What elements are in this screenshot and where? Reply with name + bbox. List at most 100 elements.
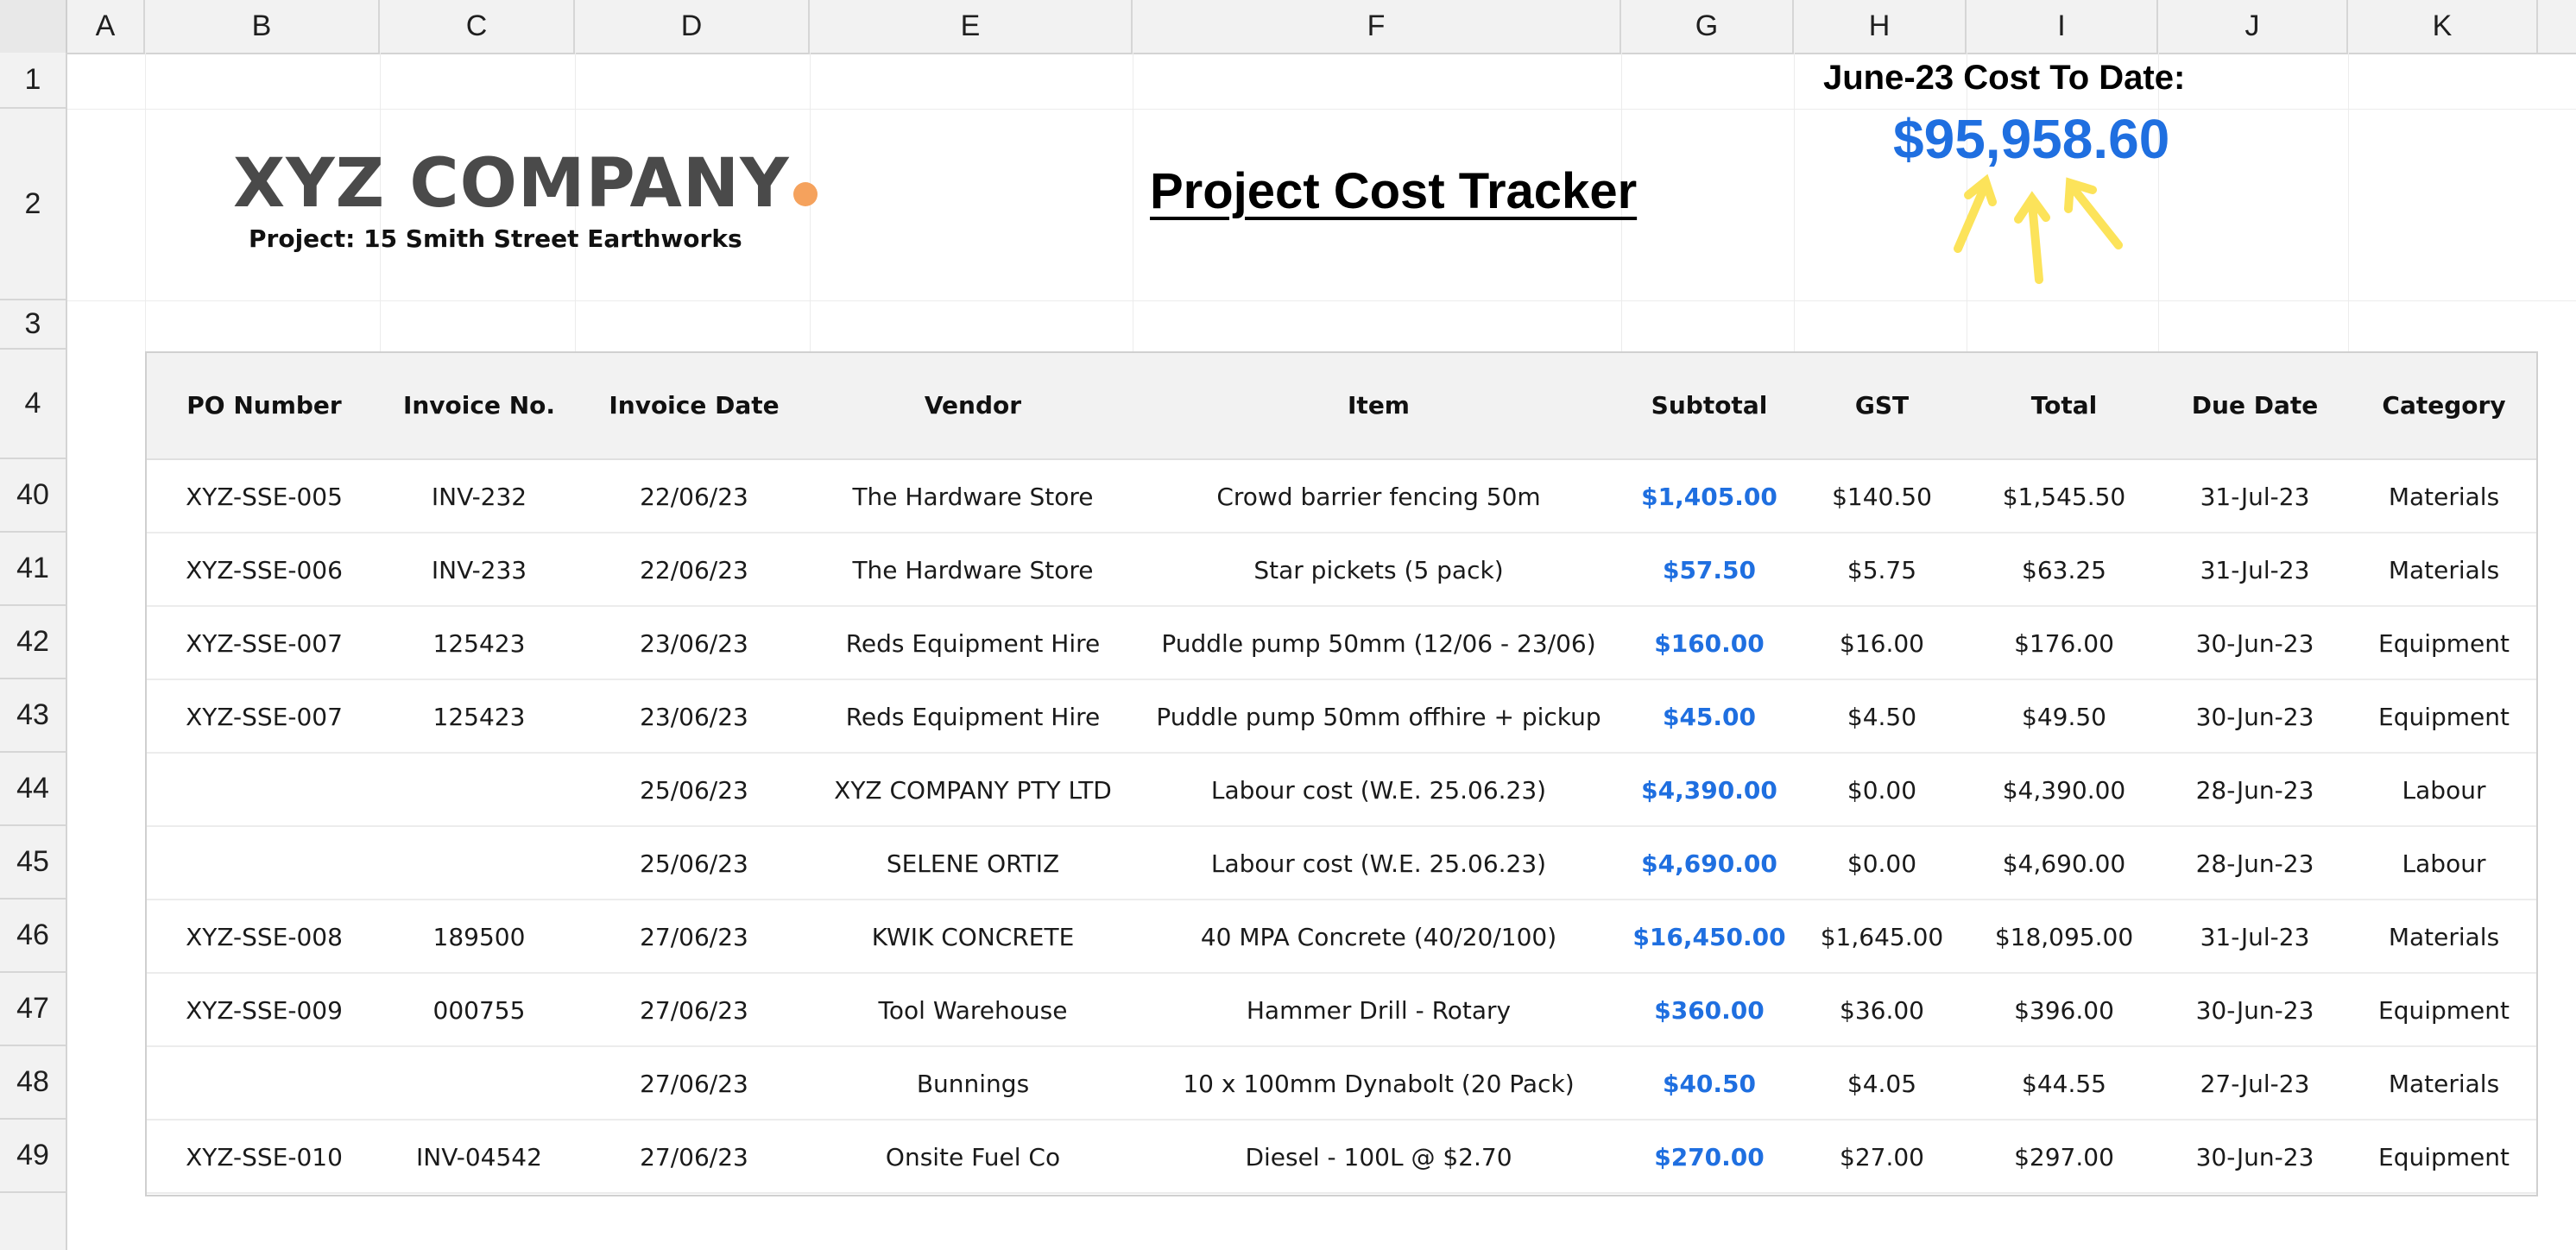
cell-subtotal[interactable]: $1,405.00: [1623, 460, 1796, 533]
column-header-g[interactable]: G: [1621, 0, 1794, 53]
row-header-47[interactable]: 47: [0, 973, 66, 1046]
cell-item[interactable]: Hammer Drill - Rotary: [1134, 974, 1623, 1047]
cell-po-number[interactable]: XYZ-SSE-010: [147, 1121, 382, 1194]
column-header-f[interactable]: F: [1133, 0, 1621, 53]
cell-po-number[interactable]: XYZ-SSE-009: [147, 974, 382, 1047]
header-subtotal[interactable]: Subtotal: [1623, 353, 1796, 458]
cell-due-date[interactable]: 31-Jul-23: [2160, 900, 2350, 974]
cell-category[interactable]: Labour: [2350, 754, 2538, 827]
cell-category[interactable]: Materials: [2350, 460, 2538, 533]
cell-item[interactable]: Diesel - 100L @ $2.70: [1134, 1121, 1623, 1194]
cell-gst[interactable]: $16.00: [1796, 607, 1968, 680]
row-header-49[interactable]: 49: [0, 1120, 66, 1193]
cell-category[interactable]: Equipment: [2350, 974, 2538, 1047]
cell-total[interactable]: $1,545.50: [1968, 460, 2160, 533]
cell-gst[interactable]: $1,645.00: [1796, 900, 1968, 974]
cell-due-date[interactable]: 28-Jun-23: [2160, 827, 2350, 900]
row-header-41[interactable]: 41: [0, 533, 66, 606]
cell-due-date[interactable]: 31-Jul-23: [2160, 460, 2350, 533]
cell-subtotal[interactable]: $57.50: [1623, 533, 1796, 607]
header-total[interactable]: Total: [1968, 353, 2160, 458]
header-po-number[interactable]: PO Number: [147, 353, 382, 458]
cell-subtotal[interactable]: $4,390.00: [1623, 754, 1796, 827]
cell-due-date[interactable]: 30-Jun-23: [2160, 607, 2350, 680]
cell-invoice-date[interactable]: 27/06/23: [577, 1047, 811, 1121]
cell-vendor[interactable]: Bunnings: [811, 1047, 1134, 1121]
cell-category[interactable]: Equipment: [2350, 607, 2538, 680]
row-header-4[interactable]: 4: [0, 350, 66, 459]
cell-invoice-no[interactable]: [382, 1047, 577, 1121]
cell-total[interactable]: $44.55: [1968, 1047, 2160, 1121]
cell-vendor[interactable]: The Hardware Store: [811, 460, 1134, 533]
cell-total[interactable]: $297.00: [1968, 1121, 2160, 1194]
row-header-43[interactable]: 43: [0, 679, 66, 753]
row-header-44[interactable]: 44: [0, 753, 66, 826]
header-gst[interactable]: GST: [1796, 353, 1968, 458]
cell-gst[interactable]: $0.00: [1796, 754, 1968, 827]
cell-subtotal[interactable]: $270.00: [1623, 1121, 1796, 1194]
cell-due-date[interactable]: 28-Jun-23: [2160, 754, 2350, 827]
cell-subtotal[interactable]: $160.00: [1623, 607, 1796, 680]
header-invoice-no[interactable]: Invoice No.: [382, 353, 577, 458]
cell-po-number[interactable]: XYZ-SSE-008: [147, 900, 382, 974]
header-item[interactable]: Item: [1134, 353, 1623, 458]
cell-vendor[interactable]: XYZ COMPANY PTY LTD: [811, 754, 1134, 827]
cell-item[interactable]: Star pickets (5 pack): [1134, 533, 1623, 607]
cell-due-date[interactable]: 27-Jul-23: [2160, 1047, 2350, 1121]
row-header-42[interactable]: 42: [0, 606, 66, 679]
cell-invoice-no[interactable]: INV-233: [382, 533, 577, 607]
cell-invoice-no[interactable]: 000755: [382, 974, 577, 1047]
cell-invoice-date[interactable]: 22/06/23: [577, 533, 811, 607]
cell-total[interactable]: $63.25: [1968, 533, 2160, 607]
cell-vendor[interactable]: Reds Equipment Hire: [811, 680, 1134, 754]
cell-subtotal[interactable]: $4,690.00: [1623, 827, 1796, 900]
cell-po-number[interactable]: XYZ-SSE-006: [147, 533, 382, 607]
column-header-k[interactable]: K: [2348, 0, 2538, 53]
cell-invoice-date[interactable]: 27/06/23: [577, 1121, 811, 1194]
cell-invoice-date[interactable]: 27/06/23: [577, 900, 811, 974]
cell-item[interactable]: 40 MPA Concrete (40/20/100): [1134, 900, 1623, 974]
cell-po-number[interactable]: XYZ-SSE-005: [147, 460, 382, 533]
cell-total[interactable]: $4,690.00: [1968, 827, 2160, 900]
cell-invoice-no[interactable]: INV-232: [382, 460, 577, 533]
header-vendor[interactable]: Vendor: [811, 353, 1134, 458]
cell-due-date[interactable]: 31-Jul-23: [2160, 533, 2350, 607]
cell-gst[interactable]: $5.75: [1796, 533, 1968, 607]
cell-vendor[interactable]: Onsite Fuel Co: [811, 1121, 1134, 1194]
row-header-3[interactable]: 3: [0, 300, 66, 350]
cell-po-number[interactable]: [147, 1047, 382, 1121]
column-header-j[interactable]: J: [2158, 0, 2348, 53]
cell-due-date[interactable]: 30-Jun-23: [2160, 1121, 2350, 1194]
cell-vendor[interactable]: SELENE ORTIZ: [811, 827, 1134, 900]
cell-invoice-date[interactable]: 27/06/23: [577, 974, 811, 1047]
cell-invoice-no[interactable]: 189500: [382, 900, 577, 974]
cell-invoice-date[interactable]: 23/06/23: [577, 680, 811, 754]
cell-invoice-date[interactable]: 23/06/23: [577, 607, 811, 680]
cell-gst[interactable]: $4.05: [1796, 1047, 1968, 1121]
row-header-2[interactable]: 2: [0, 109, 66, 300]
cell-invoice-date[interactable]: 25/06/23: [577, 827, 811, 900]
cell-total[interactable]: $396.00: [1968, 974, 2160, 1047]
cell-invoice-no[interactable]: INV-04542: [382, 1121, 577, 1194]
cell-gst[interactable]: $36.00: [1796, 974, 1968, 1047]
row-header-48[interactable]: 48: [0, 1046, 66, 1120]
cell-invoice-no[interactable]: 125423: [382, 680, 577, 754]
cell-item[interactable]: Labour cost (W.E. 25.06.23): [1134, 827, 1623, 900]
header-due-date[interactable]: Due Date: [2160, 353, 2350, 458]
cell-invoice-no[interactable]: [382, 754, 577, 827]
row-header-45[interactable]: 45: [0, 826, 66, 900]
cell-item[interactable]: Crowd barrier fencing 50m: [1134, 460, 1623, 533]
cell-gst[interactable]: $27.00: [1796, 1121, 1968, 1194]
row-header-40[interactable]: 40: [0, 459, 66, 533]
row-header-46[interactable]: 46: [0, 900, 66, 973]
cell-po-number[interactable]: [147, 754, 382, 827]
select-all-corner[interactable]: [0, 0, 67, 53]
cell-item[interactable]: Puddle pump 50mm (12/06 - 23/06): [1134, 607, 1623, 680]
cell-po-number[interactable]: XYZ-SSE-007: [147, 607, 382, 680]
column-header-h[interactable]: H: [1794, 0, 1967, 53]
cell-total[interactable]: $4,390.00: [1968, 754, 2160, 827]
cell-vendor[interactable]: KWIK CONCRETE: [811, 900, 1134, 974]
cell-subtotal[interactable]: $45.00: [1623, 680, 1796, 754]
cell-invoice-no[interactable]: [382, 827, 577, 900]
cell-vendor[interactable]: Tool Warehouse: [811, 974, 1134, 1047]
